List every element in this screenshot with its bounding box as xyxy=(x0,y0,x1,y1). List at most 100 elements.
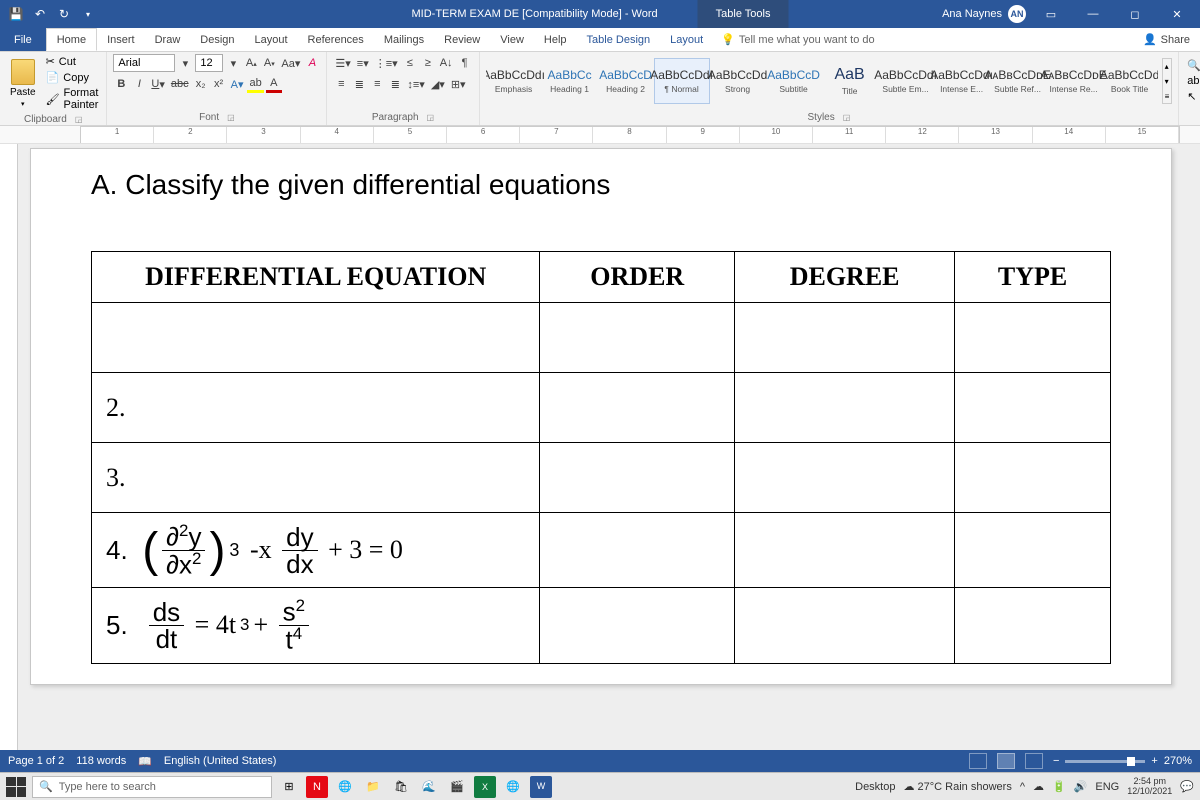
action-center-icon[interactable]: 💬 xyxy=(1180,780,1194,793)
font-launcher[interactable]: ◲ xyxy=(227,113,235,122)
tab-mailings[interactable]: Mailings xyxy=(374,28,434,51)
style-item[interactable]: AaBTitle xyxy=(822,58,878,104)
bullets-button[interactable]: ☰▾ xyxy=(333,54,352,72)
table-cell[interactable] xyxy=(955,513,1111,588)
vertical-ruler[interactable] xyxy=(0,144,18,750)
tab-layout[interactable]: Layout xyxy=(245,28,298,51)
styles-up-icon[interactable]: ▴ xyxy=(1165,62,1170,71)
table-header[interactable]: TYPE xyxy=(955,252,1111,303)
zoom-level[interactable]: 270% xyxy=(1164,755,1192,767)
styles-more-icon[interactable]: ≡ xyxy=(1165,92,1170,101)
tab-file[interactable]: File xyxy=(0,28,46,51)
zoom-out-icon[interactable]: − xyxy=(1053,755,1059,767)
style-item[interactable]: AaBbCcDdıSubtle Em... xyxy=(878,58,934,104)
tab-references[interactable]: References xyxy=(298,28,374,51)
table-header[interactable]: DIFFERENTIAL EQUATION xyxy=(92,252,540,303)
underline-button[interactable]: U▾ xyxy=(149,75,166,93)
table-cell[interactable] xyxy=(955,588,1111,663)
table-cell[interactable] xyxy=(735,443,955,513)
tab-design[interactable]: Design xyxy=(190,28,244,51)
share-button[interactable]: 👤 Share xyxy=(1133,28,1200,51)
highlight-button[interactable]: ab xyxy=(247,75,263,93)
table-cell[interactable] xyxy=(540,588,735,663)
copy-button[interactable]: 📄Copy xyxy=(44,70,101,85)
font-size-input[interactable]: 12 xyxy=(195,54,223,72)
table-header[interactable]: DEGREE xyxy=(735,252,955,303)
print-layout-button[interactable] xyxy=(997,753,1015,769)
table-cell[interactable] xyxy=(735,513,955,588)
table-cell[interactable] xyxy=(540,373,735,443)
taskbar-search[interactable]: 🔍 Type here to search xyxy=(32,776,272,798)
start-button[interactable] xyxy=(6,777,26,797)
table-cell[interactable]: 2. xyxy=(92,373,540,443)
undo-icon[interactable]: ↶ xyxy=(30,4,50,24)
borders-button[interactable]: ⊞▾ xyxy=(449,75,468,93)
align-left-button[interactable]: ≡ xyxy=(333,75,349,93)
save-icon[interactable]: 💾 xyxy=(6,4,26,24)
status-page[interactable]: Page 1 of 2 xyxy=(8,755,64,767)
battery-icon[interactable]: 🔋 xyxy=(1052,780,1066,793)
tray-chevron-icon[interactable]: ^ xyxy=(1020,781,1025,793)
word-icon[interactable]: W xyxy=(530,776,552,798)
styles-gallery[interactable]: AaBbCcDdıEmphasisAaBbCcHeading 1AaBbCcDH… xyxy=(486,58,1158,104)
weather-widget[interactable]: ☁ 27°C Rain showers xyxy=(903,780,1011,793)
tab-table-design[interactable]: Table Design xyxy=(577,28,661,51)
tab-review[interactable]: Review xyxy=(434,28,490,51)
bold-button[interactable]: B xyxy=(113,75,129,93)
grow-font-button[interactable]: A▴ xyxy=(243,54,259,72)
text-effects-button[interactable]: A▾ xyxy=(229,75,246,93)
style-item[interactable]: AaBbCcDdI¶ Normal xyxy=(654,58,710,104)
ime-indicator[interactable]: ENG xyxy=(1095,781,1119,793)
close-icon[interactable]: ✕ xyxy=(1160,0,1194,28)
tab-table-layout[interactable]: Layout xyxy=(660,28,713,51)
find-button[interactable]: 🔍Find ▾ xyxy=(1185,58,1200,73)
table-cell[interactable] xyxy=(540,443,735,513)
read-mode-button[interactable] xyxy=(969,753,987,769)
maximize-icon[interactable]: ◻ xyxy=(1118,0,1152,28)
strike-button[interactable]: abc xyxy=(169,75,191,93)
table-cell[interactable] xyxy=(540,303,735,373)
task-view-icon[interactable]: ⊞ xyxy=(278,776,300,798)
font-color-button[interactable]: A xyxy=(266,75,282,93)
shading-button[interactable]: ◢▾ xyxy=(429,75,447,93)
excel-icon[interactable]: X xyxy=(474,776,496,798)
document-area[interactable]: A. Classify the given differential equat… xyxy=(0,144,1200,750)
tab-draw[interactable]: Draw xyxy=(145,28,191,51)
style-item[interactable]: AᴀBʙCᴄDᴅESubtle Ref... xyxy=(990,58,1046,104)
line-spacing-button[interactable]: ↕≡▾ xyxy=(405,75,426,93)
decrease-indent-button[interactable]: ≤ xyxy=(402,54,418,72)
redo-icon[interactable]: ↻ xyxy=(54,4,74,24)
multilevel-button[interactable]: ⋮≡▾ xyxy=(373,54,400,72)
styles-down-icon[interactable]: ▾ xyxy=(1165,77,1170,86)
italic-button[interactable]: I xyxy=(131,75,147,93)
status-proofing-icon[interactable]: 📖 xyxy=(138,755,152,768)
onedrive-icon[interactable]: ☁ xyxy=(1033,780,1044,793)
table-cell[interactable] xyxy=(92,303,540,373)
chrome-icon-2[interactable]: 🌐 xyxy=(502,776,524,798)
format-painter-button[interactable]: 🖌Format Painter xyxy=(44,86,101,112)
paste-button[interactable]: Paste ▾ xyxy=(6,59,40,108)
movies-icon[interactable]: 🎬 xyxy=(446,776,468,798)
style-item[interactable]: AaBbCcDHeading 2 xyxy=(598,58,654,104)
table-cell[interactable] xyxy=(540,513,735,588)
ribbon-display-icon[interactable]: ▭ xyxy=(1034,0,1068,28)
style-item[interactable]: AaBbCcDdıIntense E... xyxy=(934,58,990,104)
horizontal-ruler[interactable]: 123456789101112131415 xyxy=(0,126,1200,144)
document-table[interactable]: DIFFERENTIAL EQUATION ORDER DEGREE TYPE … xyxy=(91,251,1111,664)
explorer-icon[interactable]: 📁 xyxy=(362,776,384,798)
status-words[interactable]: 118 words xyxy=(76,755,126,767)
style-item[interactable]: AaBbCcDSubtitle xyxy=(766,58,822,104)
table-cell[interactable] xyxy=(735,373,955,443)
superscript-button[interactable]: x² xyxy=(211,75,227,93)
align-right-button[interactable]: ≡ xyxy=(369,75,385,93)
taskbar-clock[interactable]: 2:54 pm 12/10/2021 xyxy=(1127,777,1172,797)
style-item[interactable]: AaBbCcDdıEmphasis xyxy=(486,58,542,104)
paragraph-launcher[interactable]: ◲ xyxy=(427,113,435,122)
taskbar-app-icon[interactable]: N xyxy=(306,776,328,798)
clipboard-launcher[interactable]: ◲ xyxy=(75,115,83,124)
font-name-input[interactable]: Arial xyxy=(113,54,175,72)
style-item[interactable]: AaBbCcDdBook Title xyxy=(1102,58,1158,104)
edge-icon[interactable]: 🌊 xyxy=(418,776,440,798)
status-language[interactable]: English (United States) xyxy=(164,755,277,767)
table-cell[interactable] xyxy=(955,443,1111,513)
